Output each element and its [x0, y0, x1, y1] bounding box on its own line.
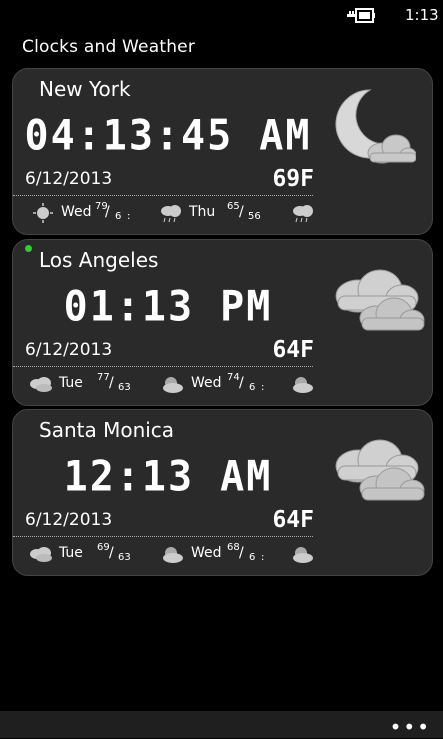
- forecast-extra: :: [261, 382, 265, 393]
- forecast-day-label: Tue: [59, 375, 83, 391]
- battery-charging-icon: [347, 8, 375, 23]
- partly-cloudy-icon: [293, 377, 313, 393]
- date: 6/12/2013: [25, 169, 113, 189]
- forecast-day: [291, 201, 317, 229]
- divider: [13, 536, 313, 537]
- forecast-extra: :: [261, 552, 265, 563]
- forecast-day-label: Tue: [59, 545, 83, 561]
- page-title: Clocks and Weather: [22, 37, 196, 57]
- forecast-day: Wed 79 / 6 :: [31, 201, 131, 229]
- rain-cloud-icon: [161, 205, 181, 223]
- forecast-row: Tue 77 / 63 Wed 74 / 6 :: [13, 372, 318, 400]
- date: 6/12/2013: [25, 510, 113, 530]
- forecast-row: Tue 69 / 63 Wed 68 / 6 :: [13, 542, 318, 570]
- forecast-low: 63: [118, 552, 131, 563]
- divider: [13, 195, 313, 196]
- forecast-high: 68: [227, 542, 240, 553]
- forecast-row: Wed 79 / 6 : Thu 65 / 56: [13, 201, 318, 229]
- city-name: New York: [39, 77, 131, 101]
- moon-cloud-icon: [335, 89, 416, 164]
- more-button[interactable]: •••: [390, 715, 431, 739]
- forecast-slash: /: [239, 204, 244, 220]
- partly-cloudy-icon: [293, 547, 313, 563]
- city-name: Los Angeles: [39, 248, 159, 272]
- partly-cloudy-icon: [163, 377, 183, 393]
- status-time: 1:13: [405, 6, 439, 24]
- cloudy-icon: [30, 377, 52, 392]
- city-card-santa-monica[interactable]: Santa Monica 12:13 AM 6/12/2013 64F Tue …: [12, 409, 433, 576]
- forecast-slash: /: [109, 545, 114, 561]
- cloudy-icon: [30, 547, 52, 562]
- temperature: 64F: [272, 337, 314, 363]
- forecast-low: 6: [249, 382, 256, 393]
- clock-time: 12:13 AM: [63, 452, 273, 502]
- forecast-day: Tue 77 / 63: [29, 372, 131, 400]
- app-bar: •••: [0, 711, 443, 739]
- forecast-low: 6: [115, 211, 122, 222]
- forecast-day-label: Thu: [189, 204, 216, 220]
- cloudy-icon: [335, 269, 425, 331]
- temperature: 69F: [272, 166, 314, 192]
- clock-time: 01:13 PM: [63, 282, 273, 332]
- temperature: 64F: [272, 507, 314, 533]
- city-card-new-york[interactable]: New York 04:13:45 AM 6/12/2013 69F Wed 7…: [12, 68, 433, 235]
- forecast-day: Tue 69 / 63: [29, 542, 131, 570]
- partly-cloudy-icon: [163, 547, 183, 563]
- forecast-slash: /: [105, 204, 110, 220]
- rain-cloud-icon: [293, 205, 313, 223]
- city-name: Santa Monica: [39, 418, 175, 442]
- forecast-low: 56: [248, 211, 261, 222]
- forecast-low: 6: [249, 552, 256, 563]
- date: 6/12/2013: [25, 340, 113, 360]
- forecast-day: [291, 372, 317, 400]
- forecast-slash: /: [239, 375, 244, 391]
- forecast-low: 63: [118, 382, 131, 393]
- forecast-high: 74: [227, 372, 240, 383]
- cloudy-icon: [335, 439, 425, 501]
- forecast-day-label: Wed: [61, 204, 92, 220]
- forecast-day: Wed 74 / 6 :: [161, 372, 271, 400]
- forecast-high: 65: [227, 201, 240, 212]
- forecast-day: Wed 68 / 6 :: [161, 542, 271, 570]
- status-bar: 1:13: [0, 0, 443, 30]
- city-card-los-angeles[interactable]: Los Angeles 01:13 PM 6/12/2013 64F Tue 7…: [12, 239, 433, 406]
- forecast-slash: /: [239, 545, 244, 561]
- forecast-slash: /: [109, 375, 114, 391]
- sun-icon: [33, 203, 53, 223]
- forecast-day-label: Wed: [191, 545, 222, 561]
- clock-time: 04:13:45 AM: [24, 111, 312, 161]
- forecast-day-label: Wed: [191, 375, 222, 391]
- forecast-high: 77: [97, 372, 110, 383]
- forecast-extra: :: [127, 211, 131, 222]
- forecast-high: 69: [97, 542, 110, 553]
- forecast-day: [291, 542, 317, 570]
- divider: [13, 366, 313, 367]
- forecast-day: Thu 65 / 56: [159, 201, 269, 229]
- active-indicator: [25, 245, 32, 252]
